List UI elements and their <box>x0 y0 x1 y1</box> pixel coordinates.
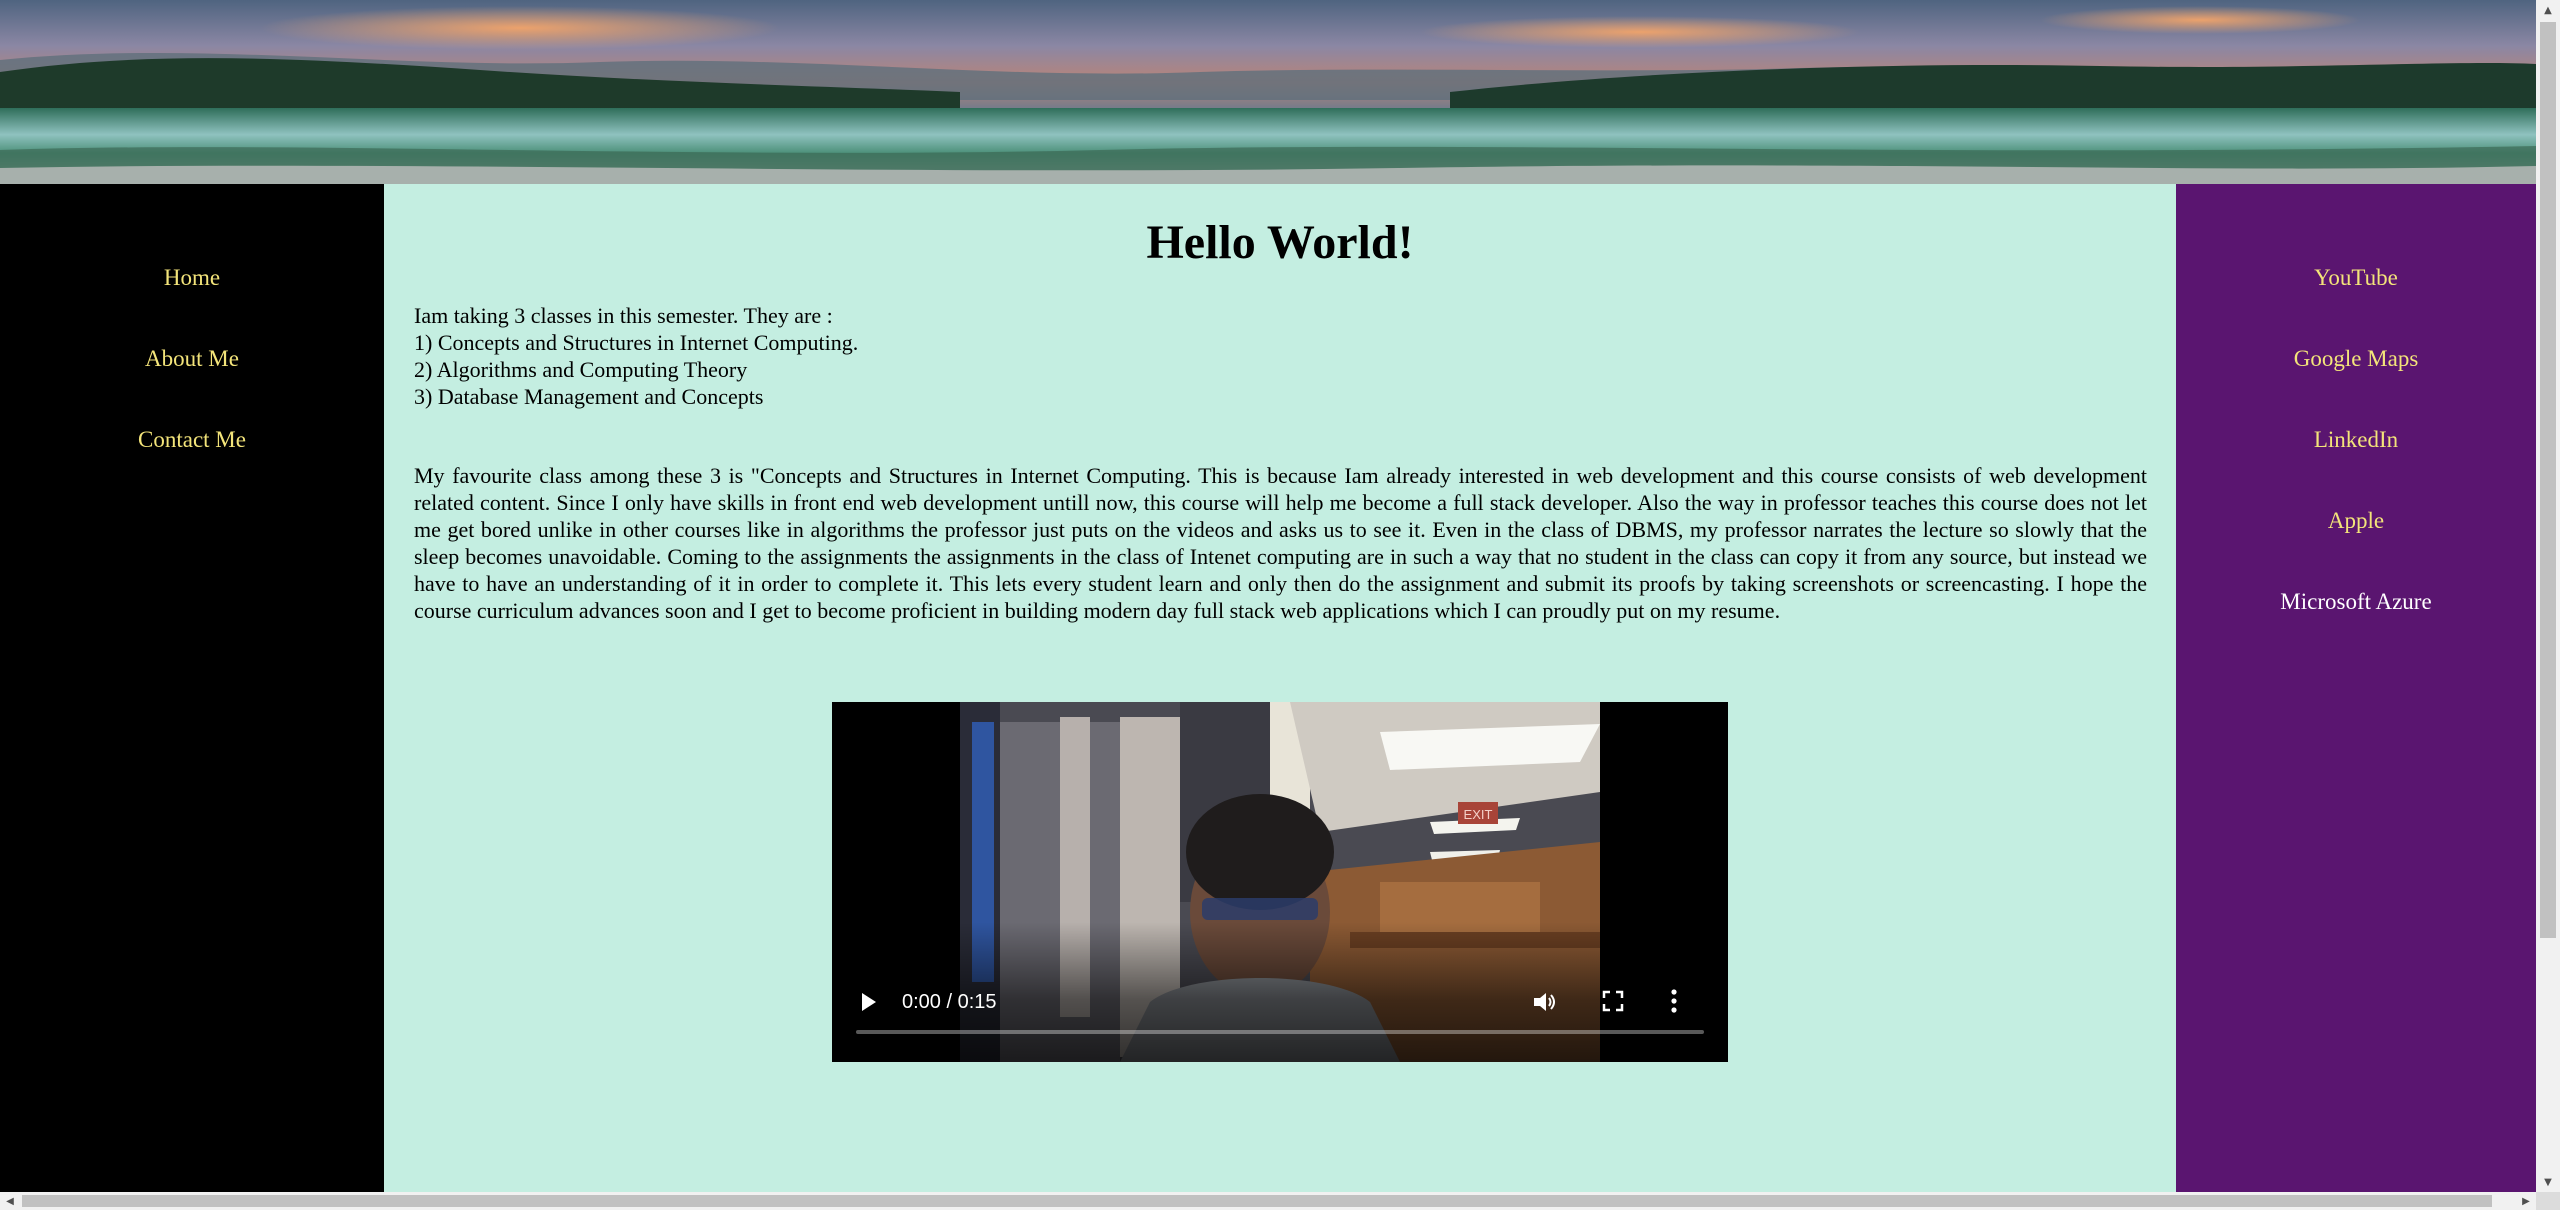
left-sidebar-nav: Home About Me Contact Me <box>0 184 384 1192</box>
apple-link[interactable]: Apple <box>2328 505 2384 537</box>
class-item: 1) Concepts and Structures in Internet C… <box>414 330 859 355</box>
classes-intro: Iam taking 3 classes in this semester. T… <box>414 303 833 328</box>
page: Home About Me Contact Me Hello World! Ia… <box>0 0 2560 1210</box>
vertical-scroll-thumb[interactable] <box>2540 22 2556 938</box>
scroll-right-arrow-icon[interactable]: ▶ <box>2516 1192 2536 1210</box>
scroll-down-arrow-icon[interactable]: ▼ <box>2536 1172 2560 1192</box>
exit-sign-text: EXIT <box>1464 807 1493 822</box>
microsoft-azure-link[interactable]: Microsoft Azure <box>2280 586 2431 618</box>
linkedin-link[interactable]: LinkedIn <box>2314 424 2398 456</box>
class-item: 2) Algorithms and Computing Theory <box>414 357 748 382</box>
right-nav-item-youtube: YouTube <box>2176 262 2536 343</box>
more-options-icon <box>1671 989 1677 1013</box>
volume-button[interactable] <box>1532 990 1558 1014</box>
main-content: Hello World! Iam taking 3 classes in thi… <box>384 184 2176 1192</box>
vertical-scrollbar[interactable]: ▲ ▼ <box>2536 0 2560 1192</box>
scrollbar-corner <box>2536 1192 2560 1210</box>
fullscreen-icon <box>1602 990 1624 1012</box>
right-nav-item-linkedin: LinkedIn <box>2176 424 2536 505</box>
horizontal-scrollbar[interactable]: ◀ ▶ <box>0 1192 2536 1210</box>
home-link[interactable]: Home <box>164 262 220 294</box>
right-sidebar-nav: YouTube Google Maps LinkedIn Apple Micro… <box>2176 184 2536 1192</box>
left-nav-list: Home About Me Contact Me <box>0 184 384 505</box>
class-item: 3) Database Management and Concepts <box>414 384 764 409</box>
contact-me-link[interactable]: Contact Me <box>138 424 246 456</box>
scroll-up-arrow-icon[interactable]: ▲ <box>2536 0 2560 20</box>
about-me-link[interactable]: About Me <box>145 343 239 375</box>
left-nav-item-about: About Me <box>0 343 384 424</box>
landscape-illustration <box>0 0 2536 184</box>
right-nav-item-microsoft-azure: Microsoft Azure <box>2176 586 2536 667</box>
volume-icon <box>1534 993 1555 1011</box>
play-button[interactable] <box>856 990 880 1014</box>
video-controls-bar: 0:00 / 0:15 <box>832 922 1728 1062</box>
header-banner-image <box>0 0 2536 184</box>
right-nav-list: YouTube Google Maps LinkedIn Apple Micro… <box>2176 184 2536 667</box>
more-options-button[interactable] <box>1670 988 1678 1014</box>
play-icon <box>862 993 876 1011</box>
video-progress-bar[interactable] <box>856 1030 1704 1034</box>
fullscreen-button[interactable] <box>1602 990 1624 1012</box>
video-player[interactable]: EXIT 0:00 / 0:15 <box>832 702 1728 1062</box>
horizontal-scroll-thumb[interactable] <box>22 1195 2492 1207</box>
right-nav-item-google-maps: Google Maps <box>2176 343 2536 424</box>
left-nav-item-home: Home <box>0 262 384 343</box>
google-maps-link[interactable]: Google Maps <box>2294 343 2419 375</box>
left-nav-item-contact: Contact Me <box>0 424 384 505</box>
page-title: Hello World! <box>1146 216 1414 269</box>
right-nav-item-apple: Apple <box>2176 505 2536 586</box>
scroll-left-arrow-icon[interactable]: ◀ <box>0 1192 20 1210</box>
favourite-class-paragraph: My favourite class among these 3 is "Con… <box>414 463 2147 623</box>
classes-list: Iam taking 3 classes in this semester. T… <box>414 302 2147 410</box>
time-display: 0:00 / 0:15 <box>902 991 997 1013</box>
youtube-link[interactable]: YouTube <box>2314 262 2398 294</box>
